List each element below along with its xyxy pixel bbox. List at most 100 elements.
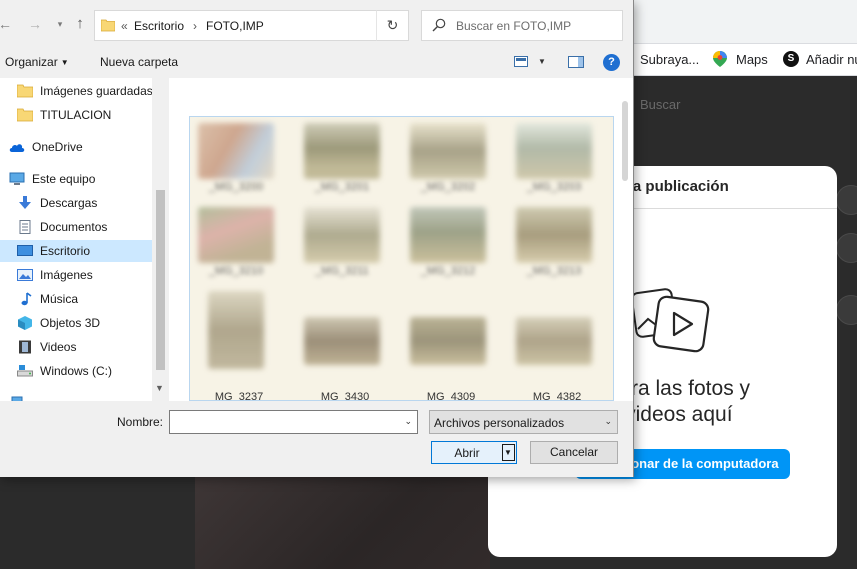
file-name-label: Nombre: (117, 415, 164, 429)
file-caption: _MG_4309 (420, 391, 476, 401)
caret-down-icon: ▼ (60, 58, 69, 67)
chevron-down-icon: ⌄ (604, 416, 612, 426)
breadcrumb-separator-icon[interactable]: › (193, 19, 197, 33)
nav-item-network-partial[interactable] (0, 392, 152, 401)
drive-icon (17, 365, 33, 377)
dialog-footer: Nombre: ⌄ Archivos personalizados ⌄ Abri… (0, 401, 633, 477)
file-thumbnail[interactable]: _MG_3201 (298, 119, 386, 197)
music-note-icon (21, 292, 32, 306)
file-name-combobox[interactable]: ⌄ (169, 410, 418, 434)
file-thumbnail[interactable]: _MG_3213 (510, 203, 598, 281)
nav-item-windows-c[interactable]: Windows (C:) (0, 360, 152, 382)
up-arrow-icon[interactable]: ↑ (70, 14, 90, 34)
caret-down-icon[interactable]: ▼ (538, 57, 546, 66)
chevron-down-icon[interactable]: ⌄ (404, 416, 412, 427)
search-input[interactable] (456, 17, 616, 35)
file-name-input[interactable] (170, 411, 398, 433)
photo-video-icon (630, 288, 710, 353)
file-caption-hidden: _MG_3211 (315, 265, 369, 277)
file-caption-hidden: _MG_3200 (208, 181, 264, 193)
maps-pin-icon (713, 51, 727, 67)
nav-item-label: Este equipo (32, 172, 96, 186)
recent-locations-chevron-icon[interactable]: ▾ (54, 14, 66, 34)
nav-item-musica[interactable]: Música (0, 288, 152, 310)
documents-icon (19, 220, 31, 234)
nav-item-documentos[interactable]: Documentos (0, 216, 152, 238)
nav-item-escritorio[interactable]: Escritorio (0, 240, 152, 262)
file-thumbnail[interactable]: _MG_4309 (404, 287, 492, 400)
command-bar: Organizar ▼ Nueva carpeta ▼ ? (0, 48, 633, 78)
nav-item-label: Documentos (40, 220, 108, 234)
nav-item-label: Imágenes guardadas (40, 84, 153, 98)
file-thumbnail[interactable]: _MG_3203 (510, 119, 598, 197)
breadcrumb-overflow-icon[interactable]: « (121, 19, 128, 33)
pictures-icon (17, 269, 33, 281)
bookmark-add-new[interactable]: Añadir nu (806, 52, 857, 67)
open-button-label: Abrir (454, 446, 480, 460)
computer-icon (9, 172, 25, 185)
breadcrumb-escritorio[interactable]: Escritorio (134, 19, 184, 33)
help-icon[interactable]: ? (603, 54, 620, 71)
file-thumbnail[interactable]: _MG_3202 (404, 119, 492, 197)
navigation-pane: Imágenes guardadas TITULACION OneDrive E… (0, 78, 169, 401)
nav-pane-scrollbar[interactable]: ▼ (152, 78, 169, 401)
file-caption-hidden: _MG_3201 (314, 181, 370, 193)
download-arrow-icon (19, 196, 31, 209)
bookmark-maps[interactable]: Maps (736, 52, 768, 67)
search-field[interactable] (421, 10, 623, 41)
new-folder-button[interactable]: Nueva carpeta (100, 55, 178, 69)
organize-button[interactable]: Organizar ▼ (5, 55, 69, 69)
search-icon (432, 18, 446, 32)
nav-item-label: Objetos 3D (40, 316, 101, 330)
open-button[interactable]: Abrir ▼ (431, 441, 517, 464)
nav-item-label: Descargas (40, 196, 98, 210)
folder-icon (17, 84, 33, 98)
folder-icon (17, 108, 33, 122)
film-icon (19, 340, 31, 354)
cancel-button[interactable]: Cancelar (530, 441, 618, 464)
nav-item-imagenes-guardadas[interactable]: Imágenes guardadas (0, 80, 153, 102)
file-thumbnail[interactable]: _MG_3210 (192, 203, 280, 281)
s-logo-icon: S (783, 51, 799, 67)
scrollbar-thumb[interactable] (622, 101, 628, 181)
view-options-icon[interactable] (514, 56, 528, 67)
nav-item-titulacion[interactable]: TITULACION (0, 104, 152, 126)
nav-item-objetos-3d[interactable]: Objetos 3D (0, 312, 152, 334)
nav-item-label: OneDrive (32, 140, 83, 154)
file-caption: _MG_3237 (208, 391, 264, 401)
file-thumbnail[interactable]: _MG_3237 (192, 287, 280, 400)
preview-pane-icon[interactable] (568, 56, 584, 68)
desktop-icon (17, 245, 33, 256)
file-thumbnail[interactable]: _MG_3200 (192, 119, 280, 197)
nav-item-onedrive[interactable]: OneDrive (0, 136, 152, 158)
breadcrumb-foto-imp[interactable]: FOTO,IMP (206, 19, 264, 33)
file-caption: _MG_4382 (526, 391, 582, 401)
nav-item-label: Música (40, 292, 79, 306)
nav-item-este-equipo[interactable]: Este equipo (0, 168, 152, 190)
back-arrow-icon[interactable]: ← (0, 14, 14, 34)
refresh-icon[interactable]: ↻ (376, 10, 409, 41)
onedrive-cloud-icon (9, 144, 25, 152)
file-type-value: Archivos personalizados (434, 416, 565, 430)
file-thumbnail[interactable]: _MG_4382 (510, 287, 598, 400)
file-caption-hidden: _MG_3210 (208, 265, 264, 277)
scroll-down-arrow-icon[interactable]: ▼ (155, 383, 164, 393)
address-bar[interactable]: « Escritorio › FOTO,IMP ⌄ (94, 10, 409, 41)
file-pane-scrollbar[interactable] (619, 96, 631, 396)
file-caption: _MG_3430 (314, 391, 370, 401)
file-type-select[interactable]: Archivos personalizados ⌄ (429, 410, 618, 434)
file-thumbnail[interactable]: _MG_3211 (298, 203, 386, 281)
bookmark-subraya[interactable]: Subraya... (640, 52, 699, 67)
open-options-split-button[interactable]: ▼ (502, 444, 515, 461)
nav-item-label: Windows (C:) (40, 364, 113, 378)
file-caption-hidden: _MG_3212 (420, 265, 476, 277)
file-thumbnail[interactable]: _MG_3430 (298, 287, 386, 400)
nav-item-videos[interactable]: Videos (0, 336, 152, 358)
organize-label: Organizar (5, 55, 58, 69)
file-thumbnail[interactable]: _MG_3212 (404, 203, 492, 281)
forward-arrow-icon[interactable]: → (26, 14, 44, 34)
file-caption-hidden: _MG_3202 (420, 181, 476, 193)
scrollbar-thumb[interactable] (156, 190, 165, 370)
nav-item-imagenes[interactable]: Imágenes (0, 264, 152, 286)
nav-item-descargas[interactable]: Descargas (0, 192, 152, 214)
